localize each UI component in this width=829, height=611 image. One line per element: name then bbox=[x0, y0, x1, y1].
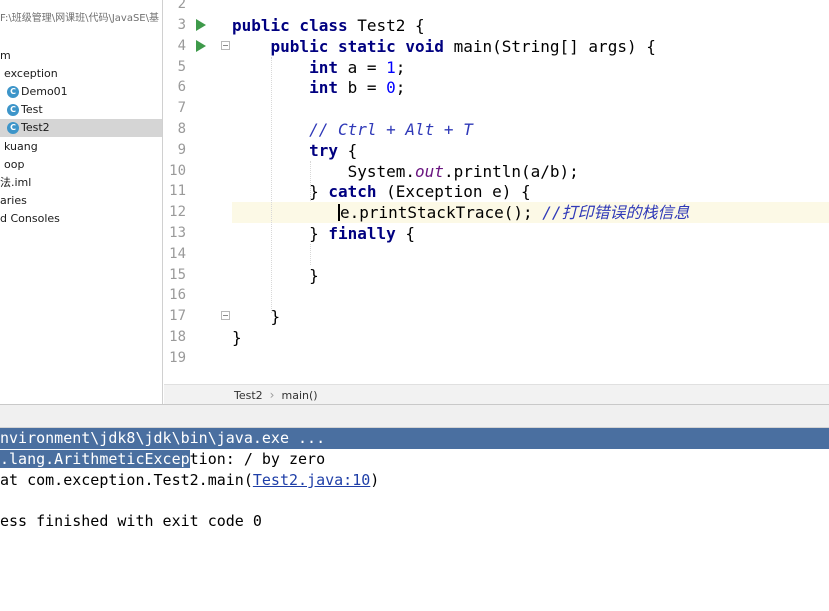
code-line-4: public static void main(String[] args) { bbox=[270, 37, 656, 56]
code-line-9: try { bbox=[309, 141, 358, 160]
fold-toggle-icon[interactable] bbox=[221, 41, 230, 50]
tree-item-label: m bbox=[0, 49, 11, 62]
breadcrumb-item-method[interactable]: main() bbox=[281, 389, 317, 402]
run-console[interactable]: nvironment\jdk8\jdk\bin\java.exe ... .la… bbox=[0, 428, 829, 611]
console-line-exception: .lang.ArithmeticException: / by zero bbox=[0, 450, 326, 468]
code-line-12: e.printStackTrace(); //打印错误的栈信息 bbox=[337, 203, 690, 222]
fold-toggle-icon[interactable] bbox=[221, 311, 230, 320]
line-number: 8 bbox=[177, 121, 186, 137]
line-number: 18 bbox=[169, 329, 186, 345]
editor-gutter: 2 3 4 5 6 7 8 9 10 11 12 13 14 15 16 17 … bbox=[164, 0, 232, 384]
code-line-10: System.out.println(a/b); bbox=[347, 162, 579, 181]
tree-item-label: 法.iml bbox=[0, 176, 32, 189]
tree-item-label: Test bbox=[21, 103, 43, 116]
class-icon: C bbox=[7, 104, 19, 116]
tree-item-label: exception bbox=[4, 67, 58, 80]
code-line-11: } catch (Exception e) { bbox=[309, 182, 531, 201]
tree-item-m[interactable]: m bbox=[0, 47, 162, 65]
console-line-exit: ess finished with exit code 0 bbox=[0, 512, 262, 530]
line-number: 13 bbox=[169, 225, 186, 241]
tree-item-test2[interactable]: C Test2 bbox=[0, 119, 162, 137]
indent-guide bbox=[310, 244, 311, 265]
tree-item-exception[interactable]: exception bbox=[0, 65, 162, 83]
tree-item-consoles[interactable]: d Consoles bbox=[0, 210, 162, 228]
code-line-5: int a = 1; bbox=[309, 58, 406, 77]
tree-item-kuang[interactable]: kuang bbox=[0, 138, 162, 156]
tree-item-demo01[interactable]: C Demo01 bbox=[0, 83, 162, 101]
class-icon: C bbox=[7, 122, 19, 134]
code-line-13: } finally { bbox=[309, 224, 416, 243]
tree-item-label: Test2 bbox=[21, 121, 50, 134]
tree-item-label: aries bbox=[0, 194, 27, 207]
line-number: 19 bbox=[169, 350, 186, 366]
chevron-right-icon: › bbox=[269, 388, 275, 402]
line-number: 5 bbox=[177, 59, 186, 75]
line-number: 10 bbox=[169, 163, 186, 179]
tree-item-test[interactable]: C Test bbox=[0, 101, 162, 119]
line-number: 17 bbox=[169, 308, 186, 324]
line-number: 15 bbox=[169, 267, 186, 283]
tree-item-iml[interactable]: 法.iml bbox=[0, 174, 162, 192]
line-number: 4 bbox=[177, 38, 186, 54]
line-number: 16 bbox=[169, 287, 186, 303]
stacktrace-link[interactable]: Test2.java:10 bbox=[253, 471, 370, 489]
tree-item-libraries[interactable]: aries bbox=[0, 192, 162, 210]
code-line-15: } bbox=[309, 266, 319, 285]
tree-item-label: d Consoles bbox=[0, 212, 60, 225]
code-editor[interactable]: 2 3 4 5 6 7 8 9 10 11 12 13 14 15 16 17 … bbox=[164, 0, 829, 384]
project-path-text: F:\班级管理\网课班\代码\JavaSE\基 bbox=[0, 13, 159, 24]
project-tree: F:\班级管理\网课班\代码\JavaSE\基 m exception C De… bbox=[0, 0, 163, 404]
line-number: 3 bbox=[177, 17, 186, 33]
class-icon: C bbox=[7, 86, 19, 98]
code-line-8: // Ctrl + Alt + T bbox=[309, 120, 473, 139]
line-number: 6 bbox=[177, 79, 186, 95]
console-line-command: nvironment\jdk8\jdk\bin\java.exe ... bbox=[0, 428, 829, 449]
tree-item-label: kuang bbox=[4, 140, 38, 153]
code-line-6: int b = 0; bbox=[309, 78, 406, 97]
line-number: 11 bbox=[169, 183, 186, 199]
tree-item-oop[interactable]: oop bbox=[0, 156, 162, 174]
tree-item-label: Demo01 bbox=[21, 85, 68, 98]
line-number: 9 bbox=[177, 142, 186, 158]
console-line-stacktrace: at com.exception.Test2.main(Test2.java:1… bbox=[0, 471, 380, 489]
project-path: F:\班级管理\网课班\代码\JavaSE\基 bbox=[0, 10, 162, 28]
breadcrumb: Test2 › main() bbox=[164, 384, 829, 405]
run-class-icon[interactable] bbox=[196, 19, 206, 31]
run-main-icon[interactable] bbox=[196, 40, 206, 52]
line-number: 14 bbox=[169, 246, 186, 262]
breadcrumb-item-class[interactable]: Test2 bbox=[234, 389, 263, 402]
code-line-18: } bbox=[232, 328, 242, 347]
code-line-17: } bbox=[270, 307, 281, 326]
tree-item-label: oop bbox=[4, 158, 25, 171]
line-number: 2 bbox=[177, 0, 186, 12]
code-line-3: public class Test2 { bbox=[232, 16, 425, 35]
line-number: 7 bbox=[177, 100, 186, 116]
line-number: 12 bbox=[169, 204, 186, 220]
run-panel-header bbox=[0, 404, 829, 428]
